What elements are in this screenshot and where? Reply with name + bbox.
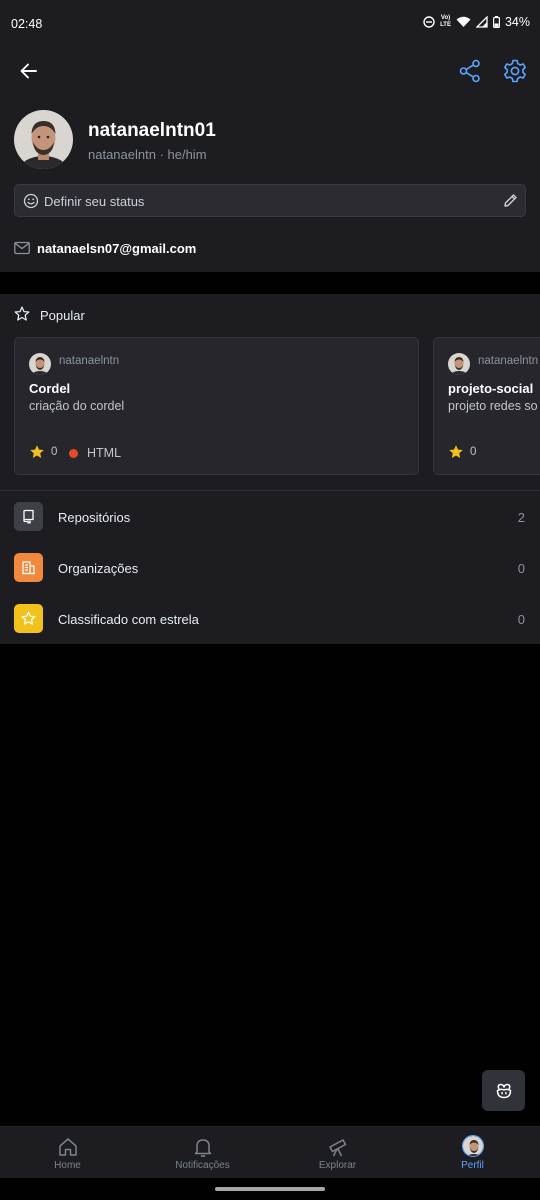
nav-label: Explorar [318,1160,357,1171]
nav-label: Home [54,1160,81,1171]
copilot-icon [496,1083,511,1098]
wifi-icon [456,16,471,27]
nav-profile[interactable]: Perfil [405,1127,540,1179]
nav-home[interactable]: Home [0,1127,135,1179]
share-button[interactable] [457,58,483,84]
menu-count: 2 [517,510,525,525]
settings-button[interactable] [502,58,528,84]
star-icon [14,604,43,633]
telescope-icon [329,1139,347,1157]
avatar [462,1135,484,1157]
star-filled-icon [30,445,44,458]
status-icons: Vo) LTE 34% [423,15,530,29]
menu-label: Organizações [58,561,139,576]
copilot-button[interactable] [482,1070,525,1111]
repo-star-count: 0 [470,446,477,458]
share-icon [459,59,480,83]
bottom-navigation: Home Notificações Explorar Perfil [0,1126,540,1178]
nav-notifications[interactable]: Notificações [135,1127,270,1179]
bell-icon [194,1139,212,1157]
popular-title: Popular [40,308,85,323]
star-outline-icon [14,306,30,321]
repo-star-count: 0 [51,446,58,458]
repo-description: criação do cordel [29,399,125,413]
repo-icon [14,502,43,531]
smiley-icon [23,193,39,209]
arrow-left-icon [20,63,37,79]
popular-section: Popular natanaelntn Cordel criação do co… [0,294,540,644]
battery-icon [492,16,500,28]
menu-item-starred[interactable]: Classificado com estrela 0 [0,596,540,647]
status-time: 02:48 [11,17,43,31]
repo-language: HTML [87,446,122,460]
profile-display-name: natanaelntn01 [88,120,216,141]
repo-name: Cordel [29,381,71,396]
menu-item-repositories[interactable]: Repositórios 2 [0,494,540,545]
profile-header: natanaelntn01 natanaelntn · he/him Defin… [0,50,540,272]
repo-card-projeto-social[interactable]: natanaelntn projeto-social projeto redes… [433,337,540,475]
repo-name: projeto-social [448,381,534,396]
menu-count: 0 [517,561,525,576]
back-button[interactable] [14,58,44,84]
repo-owner: natanaelntn [59,355,120,367]
nav-label: Notificações [175,1160,230,1171]
repo-owner: natanaelntn [478,355,539,367]
pencil-icon [504,194,517,207]
profile-email[interactable]: natanaelsn07@gmail.com [37,241,196,256]
home-icon [59,1138,77,1156]
star-filled-icon [449,445,463,458]
menu-item-organizations[interactable]: Organizações 0 [0,545,540,596]
menu-count: 0 [517,612,525,627]
gear-icon [504,59,526,83]
battery-percent: 34% [504,15,530,29]
set-status-button[interactable]: Definir seu status [14,184,526,217]
profile-username-pronouns: natanaelntn · he/him [88,147,207,162]
status-bar: 02:48 Vo) LTE 34% [0,0,540,50]
nav-label: Perfil [461,1160,484,1171]
owner-avatar [29,353,51,375]
language-color-dot [69,449,78,458]
owner-avatar [448,353,470,375]
repo-description: projeto redes so [448,399,538,413]
signal-icon [475,16,488,28]
repo-card-cordel[interactable]: natanaelntn Cordel criação do cordel 0 H… [14,337,419,475]
home-indicator[interactable] [215,1187,325,1191]
section-divider [0,490,540,491]
nav-explore[interactable]: Explorar [270,1127,405,1179]
volte-indicator: Vo) LTE [440,15,451,28]
status-placeholder: Definir seu status [44,194,145,209]
dnd-icon [423,16,435,28]
organization-icon [14,553,43,582]
mail-icon [14,241,30,255]
profile-avatar[interactable] [14,110,73,169]
menu-label: Classificado com estrela [58,612,199,627]
menu-label: Repositórios [58,510,131,525]
